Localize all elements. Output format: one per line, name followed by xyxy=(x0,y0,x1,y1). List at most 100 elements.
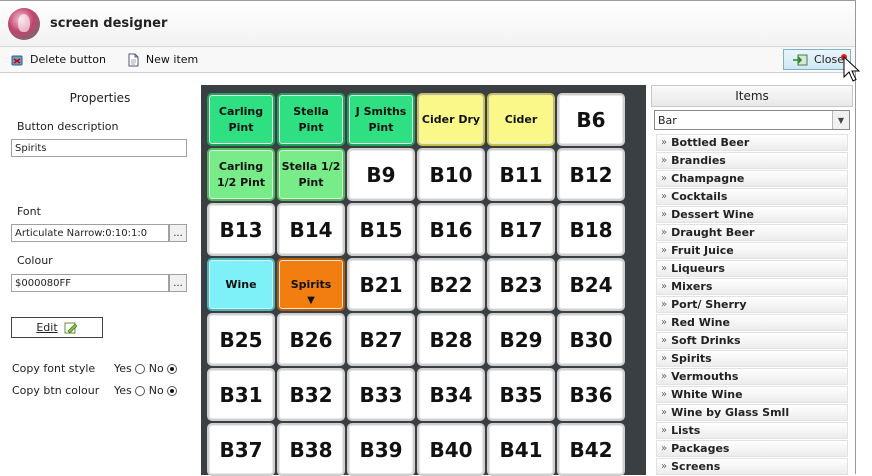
grid-button[interactable]: B36 xyxy=(557,368,625,421)
grid-button[interactable]: B29 xyxy=(487,313,555,366)
chevron-down-icon[interactable]: ▼ xyxy=(832,111,849,129)
items-category-item[interactable]: » Spirits xyxy=(656,350,848,367)
grid-button[interactable]: B32 xyxy=(277,368,345,421)
grid-button[interactable]: B34 xyxy=(417,368,485,421)
double-chevron-right-icon: » xyxy=(661,389,668,400)
button-description-input[interactable]: Spirits xyxy=(11,139,187,157)
copy-colour-yes-radio[interactable] xyxy=(134,385,145,396)
copy-font-yes-label: Yes xyxy=(114,362,132,375)
items-category-item[interactable]: » Lists xyxy=(656,422,848,439)
grid-button[interactable]: J Smiths Pint xyxy=(347,93,415,146)
copy-colour-no-radio[interactable] xyxy=(166,385,177,396)
grid-button-label: Carling Pint xyxy=(218,104,264,134)
dropdown-arrow-icon: ▼ xyxy=(307,295,315,306)
grid-button[interactable]: B27 xyxy=(347,313,415,366)
grid-button[interactable]: B42 xyxy=(557,423,625,476)
grid-button[interactable]: B41 xyxy=(487,423,555,476)
grid-button-label: B26 xyxy=(289,327,333,352)
items-category-item[interactable]: » Cocktails xyxy=(656,188,848,205)
grid-button[interactable]: B21 xyxy=(347,258,415,311)
items-category-label: Brandies xyxy=(671,154,726,167)
copy-font-yes-radio[interactable] xyxy=(134,363,145,374)
grid-button[interactable]: B10 xyxy=(417,148,485,201)
delete-button[interactable]: Delete button xyxy=(10,53,106,67)
grid-button[interactable]: B35 xyxy=(487,368,555,421)
items-category-item[interactable]: » Fruit Juice xyxy=(656,242,848,259)
grid-button[interactable]: B24 xyxy=(557,258,625,311)
grid-button[interactable]: Spirits ▼ xyxy=(277,258,345,311)
grid-button[interactable]: B23 xyxy=(487,258,555,311)
items-category-item[interactable]: » Liqueurs xyxy=(656,260,848,277)
grid-button-label: B28 xyxy=(429,327,473,352)
grid-button-label: B25 xyxy=(219,327,263,352)
items-category-item[interactable]: » Mixers xyxy=(656,278,848,295)
grid-button[interactable]: Stella 1/2 Pint xyxy=(277,148,345,201)
items-category-item[interactable]: » Screens xyxy=(656,458,848,475)
edit-button[interactable]: Edit xyxy=(11,317,103,338)
items-category-item[interactable]: » Wine by Glass Smll xyxy=(656,404,848,421)
items-category-item[interactable]: » Red Wine xyxy=(656,314,848,331)
items-category-label: White Wine xyxy=(671,388,743,401)
grid-button[interactable]: B16 xyxy=(417,203,485,256)
grid-button[interactable]: B33 xyxy=(347,368,415,421)
grid-button[interactable]: Cider Dry xyxy=(417,93,485,146)
grid-button[interactable]: B28 xyxy=(417,313,485,366)
items-category-item[interactable]: » Bottled Beer xyxy=(656,134,848,151)
grid-button[interactable]: B9 xyxy=(347,148,415,201)
grid-button-label: Wine xyxy=(225,277,257,291)
grid-button-label: B24 xyxy=(569,272,613,297)
grid-button[interactable]: B31 xyxy=(207,368,275,421)
grid-button[interactable]: B18 xyxy=(557,203,625,256)
items-category-label: Lists xyxy=(671,424,701,437)
items-category-item[interactable]: » Brandies xyxy=(656,152,848,169)
items-category-item[interactable]: » Packages xyxy=(656,440,848,457)
grid-button-label: B11 xyxy=(499,162,543,187)
font-input[interactable]: Articulate Narrow:0:10:1:0 xyxy=(11,224,169,242)
grid-button[interactable]: B22 xyxy=(417,258,485,311)
grid-button-label: B39 xyxy=(359,437,403,462)
items-category-item[interactable]: » Port/ Sherry xyxy=(656,296,848,313)
items-category-item[interactable]: » Vermouths xyxy=(656,368,848,385)
items-category-item[interactable]: » Dessert Wine xyxy=(656,206,848,223)
colour-label: Colour xyxy=(17,254,53,267)
items-category-select[interactable]: Bar ▼ xyxy=(654,110,850,130)
grid-button[interactable]: Carling Pint xyxy=(207,93,275,146)
exit-icon xyxy=(793,54,808,65)
new-item-button[interactable]: New item xyxy=(126,53,198,67)
grid-button[interactable]: B39 xyxy=(347,423,415,476)
grid-button[interactable]: Stella Pint xyxy=(277,93,345,146)
grid-button[interactable]: B25 xyxy=(207,313,275,366)
grid-button[interactable]: B30 xyxy=(557,313,625,366)
delete-button-label: Delete button xyxy=(30,53,106,66)
grid-button[interactable]: B37 xyxy=(207,423,275,476)
font-picker-button[interactable]: ... xyxy=(169,224,187,242)
grid-button[interactable]: Wine xyxy=(207,258,275,311)
double-chevron-right-icon: » xyxy=(661,263,668,274)
grid-button[interactable]: B15 xyxy=(347,203,415,256)
items-category-item[interactable]: » Soft Drinks xyxy=(656,332,848,349)
grid-button[interactable]: Cider xyxy=(487,93,555,146)
grid-button-label: B40 xyxy=(429,437,473,462)
colour-picker-button[interactable]: ... xyxy=(169,274,187,292)
grid-button[interactable]: B40 xyxy=(417,423,485,476)
grid-button[interactable]: Carling 1/2 Pint xyxy=(207,148,275,201)
grid-button[interactable]: B6 xyxy=(557,93,625,146)
edit-button-label: Edit xyxy=(36,321,58,334)
items-category-item[interactable]: » White Wine xyxy=(656,386,848,403)
grid-button[interactable]: B12 xyxy=(557,148,625,201)
grid-button[interactable]: B11 xyxy=(487,148,555,201)
grid-button[interactable]: B38 xyxy=(277,423,345,476)
grid-button[interactable]: B14 xyxy=(277,203,345,256)
grid-button[interactable]: B26 xyxy=(277,313,345,366)
items-category-item[interactable]: » Champagne xyxy=(656,170,848,187)
items-category-item[interactable]: » Draught Beer xyxy=(656,224,848,241)
app-logo-icon xyxy=(8,7,40,40)
grid-button-label: B36 xyxy=(569,382,613,407)
grid-button[interactable]: B13 xyxy=(207,203,275,256)
properties-heading: Properties xyxy=(69,91,131,105)
close-button[interactable]: Close xyxy=(783,49,861,82)
grid-button[interactable]: B17 xyxy=(487,203,555,256)
colour-input[interactable]: $000080FF xyxy=(11,274,169,292)
copy-font-no-radio[interactable] xyxy=(166,363,177,374)
grid-button-label: B14 xyxy=(289,217,333,242)
